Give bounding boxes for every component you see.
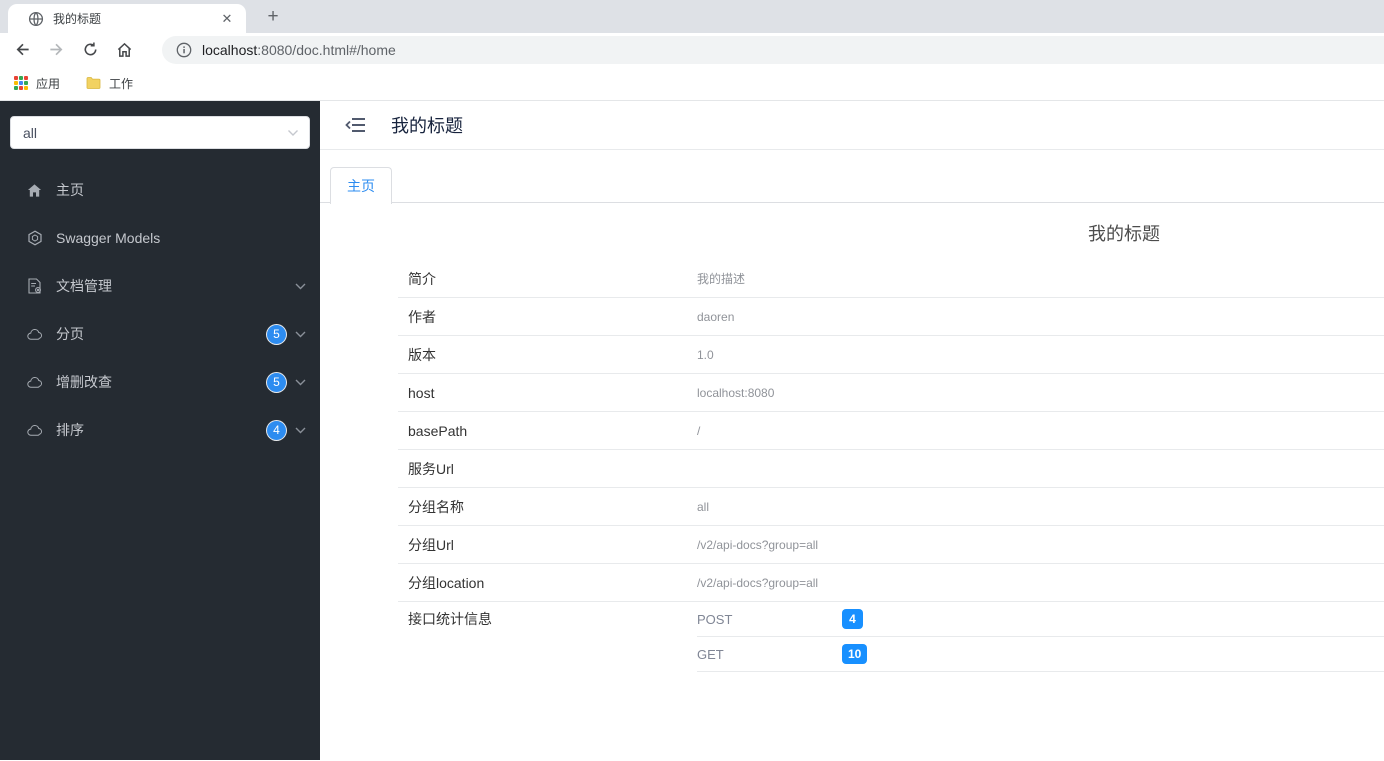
sidebar-item-swagger-models[interactable]: Swagger Models [0, 214, 320, 262]
api-doc-title: 我的标题 [1088, 224, 1160, 244]
sidebar-item-crud[interactable]: 增删改查 5 [0, 358, 320, 406]
url-text: localhost:8080/doc.html#/home [202, 42, 396, 58]
row-label: 接口统计信息 [408, 611, 492, 627]
api-stats: POST 4 GET 10 [697, 602, 1384, 672]
sidebar-item-pagination[interactable]: 分页 5 [0, 310, 320, 358]
table-row: 分组location /v2/api-docs?group=all [398, 564, 1384, 602]
row-value: /v2/api-docs?group=all [697, 537, 819, 552]
table-row: 分组Url /v2/api-docs?group=all [398, 526, 1384, 564]
group-select-value: all [23, 124, 38, 141]
bookmark-work-folder[interactable]: 工作 [86, 75, 133, 92]
api-group-icon [27, 422, 43, 438]
api-count-badge: 5 [267, 324, 286, 344]
collapse-menu-icon[interactable] [345, 114, 367, 136]
globe-favicon-icon [28, 11, 44, 27]
method-count-badge: 10 [842, 644, 868, 664]
page-title: 我的标题 [391, 116, 463, 136]
new-tab-button[interactable]: + [260, 7, 286, 26]
stat-line-get: GET 10 [697, 637, 1384, 672]
refresh-icon[interactable] [82, 41, 99, 58]
row-value: 1.0 [697, 347, 714, 362]
table-row: basePath / [398, 412, 1384, 450]
row-value: 我的描述 [697, 272, 746, 286]
table-row: 分组名称 all [398, 488, 1384, 526]
api-count-badge: 4 [267, 420, 286, 440]
url-path: :8080/doc.html#/home [257, 41, 396, 58]
http-method-label: POST [697, 611, 733, 627]
bookmark-label: 工作 [109, 76, 134, 91]
doc-page: all 主页 Swagger Models 文档管理 分页 5 增删改查 5 排… [0, 101, 1384, 760]
forward-icon[interactable] [48, 41, 65, 58]
group-select[interactable]: all [10, 116, 310, 149]
back-icon[interactable] [14, 41, 31, 58]
row-label: 分组location [408, 574, 485, 591]
http-method-label: GET [697, 646, 724, 662]
sidebar-item-label: Swagger Models [56, 230, 161, 246]
row-value: all [697, 499, 710, 514]
document-icon [27, 278, 43, 294]
sidebar: all 主页 Swagger Models 文档管理 分页 5 增删改查 5 排… [0, 101, 320, 760]
sidebar-item-sort[interactable]: 排序 4 [0, 406, 320, 454]
sidebar-item-label: 增删改查 [56, 374, 112, 390]
sidebar-item-doc-manage[interactable]: 文档管理 [0, 262, 320, 310]
chevron-down-icon [295, 379, 306, 386]
browser-toolbar: localhost:8080/doc.html#/home [0, 33, 1384, 66]
row-label: 作者 [408, 308, 436, 325]
api-group-icon [27, 374, 43, 390]
url-host: localhost [202, 41, 258, 58]
row-value: /v2/api-docs?group=all [697, 575, 819, 590]
home-content: 我的标题 简介 我的描述 作者 daoren 版本 1.0 host local… [398, 220, 1384, 672]
row-label: host [408, 384, 435, 401]
method-count-badge: 4 [842, 609, 863, 629]
row-value: daoren [697, 309, 735, 324]
api-stats-row: 接口统计信息 POST 4 GET 10 [398, 602, 1384, 672]
table-row: 作者 daoren [398, 298, 1384, 336]
row-label: 分组名称 [408, 498, 464, 515]
chevron-down-icon [295, 331, 306, 338]
home-icon [27, 182, 43, 198]
row-value: / [697, 423, 701, 438]
folder-icon [86, 76, 101, 90]
apps-grid-icon [14, 76, 28, 90]
table-row: host localhost:8080 [398, 374, 1384, 412]
table-row: 服务Url [398, 450, 1384, 488]
chevron-down-icon [295, 427, 306, 434]
api-count-badge: 5 [267, 372, 286, 392]
main-header: 我的标题 [320, 101, 1384, 150]
row-label: 简介 [408, 270, 436, 287]
browser-tab[interactable]: 我的标题 ✕ [8, 4, 246, 33]
table-row: 版本 1.0 [398, 336, 1384, 374]
chevron-down-icon [287, 129, 299, 137]
row-label: 服务Url [408, 460, 454, 477]
info-table: 简介 我的描述 作者 daoren 版本 1.0 host localhost:… [398, 260, 1384, 672]
tab-close-icon[interactable]: ✕ [218, 10, 236, 28]
bookmark-label: 应用 [36, 76, 61, 91]
content-tabs: 主页 [320, 166, 1384, 204]
browser-tabstrip: 我的标题 ✕ + [0, 0, 1384, 33]
api-group-icon [27, 326, 43, 342]
page-info-icon[interactable] [176, 42, 192, 58]
row-label: 版本 [408, 346, 436, 363]
sidebar-menu: 主页 Swagger Models 文档管理 分页 5 增删改查 5 排序 4 [0, 166, 320, 454]
row-value: localhost:8080 [697, 385, 775, 400]
bookmark-apps[interactable]: 应用 [14, 75, 60, 92]
sidebar-item-label: 主页 [56, 182, 84, 198]
browser-tab-title: 我的标题 [53, 12, 102, 26]
main-area: 我的标题 主页 我的标题 简介 我的描述 作者 daoren 版本 1.0 ho… [320, 101, 1384, 760]
home-icon[interactable] [116, 41, 133, 58]
sidebar-item-label: 文档管理 [56, 278, 112, 294]
address-bar[interactable]: localhost:8080/doc.html#/home [162, 35, 1384, 64]
row-label: 分组Url [408, 536, 454, 553]
table-row: 简介 我的描述 [398, 260, 1384, 298]
tab-home[interactable]: 主页 [330, 167, 392, 204]
sidebar-item-label: 排序 [56, 422, 84, 438]
sidebar-item-home[interactable]: 主页 [0, 166, 320, 214]
sidebar-item-label: 分页 [56, 326, 84, 342]
chevron-down-icon [295, 283, 306, 290]
row-label: basePath [408, 422, 468, 439]
model-icon [27, 230, 43, 246]
stat-line-post: POST 4 [697, 602, 1384, 637]
bookmarks-bar: 应用 工作 [0, 66, 1384, 101]
